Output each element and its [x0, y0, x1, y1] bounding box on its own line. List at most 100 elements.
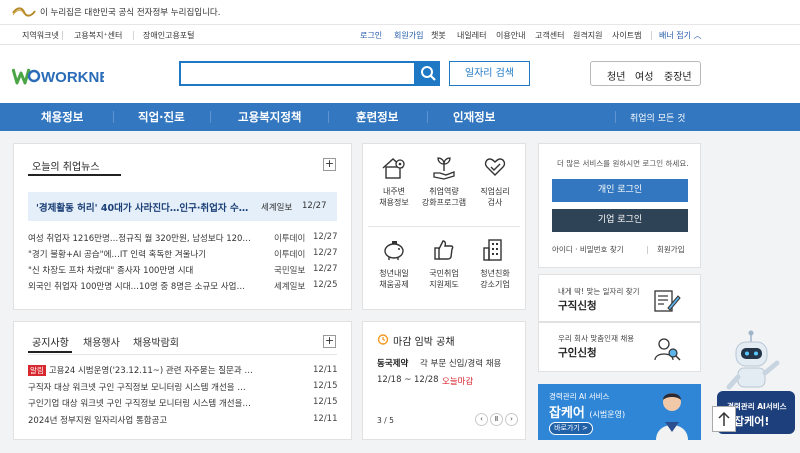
- logo-text: WORKNET: [41, 69, 104, 86]
- next-icon[interactable]: ›: [505, 413, 518, 426]
- job-apply-sub: 내게 딱! 맞는 일자리 찾기: [558, 287, 640, 296]
- link-sitemap[interactable]: 사이트맵: [612, 30, 641, 41]
- quick-nearby-jobs[interactable]: 내주변 채용정보: [369, 155, 419, 208]
- quick-label: 국민취업: [429, 269, 459, 278]
- personal-login-button[interactable]: 개인 로그인: [552, 179, 688, 202]
- sprout-hand-icon: [433, 157, 455, 180]
- login-message: 더 많은 서비스를 원하시면 로그인 하세요.: [557, 159, 689, 168]
- pause-icon[interactable]: Ⅱ: [490, 413, 503, 426]
- pencil-form-icon: [654, 290, 681, 312]
- nav-job-info[interactable]: 채용정보: [41, 109, 83, 125]
- divider: [368, 226, 520, 227]
- news-item-source: 국민일보: [274, 266, 306, 276]
- quick-label: 강소기업: [480, 280, 510, 289]
- notice-item[interactable]: 알림 고용24 시범운영('23.12.11~) 관련 자주묻는 질문과 …: [28, 364, 253, 376]
- tab-job-fair[interactable]: 채용박람회: [133, 334, 179, 349]
- quick-label: 청년내일: [379, 269, 409, 278]
- quick-national-employment[interactable]: 국민취업 지원제도: [419, 237, 469, 290]
- search-button[interactable]: [416, 61, 440, 86]
- deadline-company[interactable]: 동국제약: [377, 357, 408, 369]
- prev-icon[interactable]: ‹: [475, 413, 488, 426]
- quick-label: 채용정보: [379, 198, 409, 207]
- nav-career[interactable]: 직업·진로: [138, 109, 185, 125]
- link-login[interactable]: 로그인: [360, 30, 382, 41]
- link-signup[interactable]: 회원가입: [394, 30, 423, 41]
- news-item-title[interactable]: "신 차장도 프차 차렸대" 종사자 100만명 시대: [28, 264, 193, 276]
- news-title[interactable]: 오늘의 취업뉴스: [32, 158, 100, 173]
- link-disabled-portal[interactable]: 장애인고용포털: [143, 30, 195, 41]
- quick-label: 내주변: [382, 187, 406, 196]
- ai-banner-sub: 경력관리 AI 서비스: [549, 392, 610, 401]
- notice-more-button[interactable]: +: [323, 335, 336, 348]
- find-account-link[interactable]: 아이디 · 비밀번호 찾기: [552, 244, 624, 255]
- job-apply-title: 구직신청: [558, 300, 597, 312]
- quick-label: 채움공제: [379, 280, 409, 289]
- chevron-up-icon: ︿: [693, 31, 702, 40]
- floating-ai-title: 잡케어!: [734, 415, 770, 428]
- nav-welfare-policy[interactable]: 고용복지정책: [238, 109, 301, 125]
- ai-banner-go-button[interactable]: 바로가기 >: [549, 422, 593, 435]
- quick-youth-friendly-company[interactable]: 청년친화 강소기업: [470, 237, 520, 290]
- business-login-button[interactable]: 기업 로그인: [552, 209, 688, 232]
- banner-toggle-label: 배너 접기: [659, 31, 691, 40]
- notice-badge: 알림: [28, 365, 46, 376]
- link-customer-center[interactable]: 고객센터: [535, 30, 564, 41]
- house-location-icon: [382, 158, 405, 179]
- quick-label: 강화프로그램: [421, 198, 467, 207]
- link-newsletter[interactable]: 내일레터: [457, 30, 486, 41]
- news-item-title[interactable]: 외국인 취업자 100만명 시대…10명 중 8명은 소규모 사업…: [28, 280, 245, 292]
- link-guide[interactable]: 이용안내: [496, 30, 525, 41]
- notice-item-date: 12/11: [313, 365, 338, 375]
- deadline-title: 마감 임박 공채: [393, 337, 455, 348]
- tab-women[interactable]: 여성: [635, 68, 653, 83]
- ai-banner-title-main: 잡케어: [549, 406, 585, 421]
- quick-psych-test[interactable]: 직업심리 검사: [470, 155, 520, 208]
- search-input[interactable]: [179, 61, 416, 86]
- utility-bar: 지역워크넷 고용복지⁺센터 장애인고용포털 로그인 회원가입 챗봇 내일레터 이…: [0, 25, 800, 45]
- divider: [328, 111, 329, 123]
- deadline-job[interactable]: 각 부문 신입/경력 채용: [420, 357, 501, 369]
- scroll-top-button[interactable]: [712, 406, 736, 432]
- notice-item-title[interactable]: 2024년 정부지원 일자리사업 통합공고: [28, 414, 167, 426]
- notice-item-title[interactable]: 구직자 대상 워크넷 구인 구직정보 모니터링 시스템 개선을 …: [28, 381, 246, 393]
- nav-all-menu[interactable]: 취업의 모든 것: [630, 111, 685, 124]
- gov-banner: 이 누리집은 대한민국 공식 전자정부 누리집입니다.: [0, 0, 800, 25]
- quick-label: 지원제도: [429, 280, 459, 289]
- divider: [647, 246, 648, 254]
- news-headline-title[interactable]: '경제활동 허리' 40대가 사라진다…인구·취업자 수…: [36, 200, 248, 214]
- news-headline-date: 12/27: [302, 201, 327, 211]
- heart-hand-icon: [484, 158, 506, 176]
- divider: [210, 111, 211, 123]
- audience-tabs: 청년 여성 중장년: [590, 61, 701, 86]
- notice-item-title[interactable]: 구인기업 대상 워크넷 구인 구직정보 모니터링 시스템 개선을…: [28, 397, 251, 409]
- news-headline-source: 세계일보: [261, 203, 293, 213]
- link-employment-center[interactable]: 고용복지⁺센터: [74, 30, 122, 41]
- quick-label: 취업역량: [429, 187, 459, 196]
- nav-talent[interactable]: 인재정보: [453, 109, 495, 125]
- tab-youth[interactable]: 청년: [607, 68, 625, 83]
- nav-training[interactable]: 훈련정보: [356, 109, 398, 125]
- link-local-worknet[interactable]: 지역워크넷: [22, 30, 59, 41]
- news-item-title[interactable]: 여성 취업자 1216만명…정규직 월 320만원, 남성보다 120…: [28, 232, 251, 244]
- news-item-title[interactable]: "경기 불황+AI 공습"에…IT 인력 혹독한 겨울나기: [28, 248, 206, 260]
- tab-recruit-events[interactable]: 채용행사: [83, 334, 120, 349]
- person-illustration-icon: [656, 393, 688, 440]
- alarm-clock-icon: [377, 334, 389, 345]
- tab-underline: [28, 174, 121, 176]
- news-more-button[interactable]: +: [323, 158, 336, 171]
- quick-label: 직업심리: [480, 187, 510, 196]
- worknet-logo[interactable]: WORKNET: [12, 66, 104, 86]
- job-search-button[interactable]: 일자리 검색: [449, 61, 530, 86]
- quick-youth-savings[interactable]: 청년내일 채움공제: [369, 237, 419, 290]
- tab-middle-aged[interactable]: 중장년: [664, 68, 692, 83]
- signup-link[interactable]: 회원가입: [657, 244, 685, 255]
- banner-toggle-button[interactable]: 배너 접기 ︿: [659, 30, 702, 41]
- link-chatbot[interactable]: 챗봇: [431, 30, 446, 41]
- building-icon: [483, 239, 502, 261]
- notice-item-date: 12/15: [313, 397, 338, 407]
- tab-notice[interactable]: 공지사항: [32, 334, 69, 349]
- taegeuk-icon: [12, 7, 36, 17]
- link-remote-support[interactable]: 원격지원: [573, 30, 602, 41]
- quick-competency-program[interactable]: 취업역량 강화프로그램: [419, 155, 469, 208]
- news-item-date: 12/27: [313, 248, 338, 258]
